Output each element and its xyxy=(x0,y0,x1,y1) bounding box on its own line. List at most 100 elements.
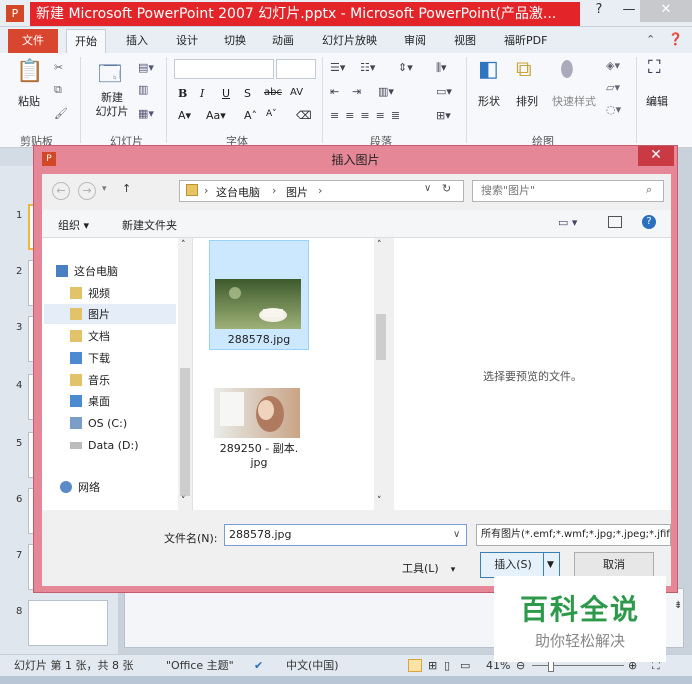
editing-button-label[interactable]: 编辑 xyxy=(646,93,668,109)
refresh-icon[interactable]: ↻ xyxy=(442,182,451,195)
nav-item-music[interactable]: 音乐 xyxy=(70,371,110,391)
layout-icon[interactable]: ▤▾ xyxy=(138,61,154,74)
recent-dropdown-icon[interactable]: ▾ xyxy=(102,184,107,194)
cut-icon[interactable]: ✂ xyxy=(54,61,63,74)
preview-pane-icon[interactable] xyxy=(608,216,622,228)
file-item-289250[interactable]: 289250 - 副本. jpg xyxy=(209,388,309,478)
breadcrumb-pictures[interactable]: 图片 xyxy=(286,184,308,200)
nav-item-downloads[interactable]: 下载 xyxy=(70,349,110,369)
arrange-button-label[interactable]: 排列 xyxy=(516,93,538,109)
decrease-indent-icon[interactable]: ⇤ xyxy=(330,85,339,98)
tools-dropdown[interactable]: 工具(L) ▾ xyxy=(402,560,455,576)
help-icon[interactable]: ? xyxy=(642,215,656,229)
nav-item-videos[interactable]: 视频 xyxy=(70,284,110,304)
columns-icon[interactable]: ▥▾ xyxy=(378,85,394,98)
tab-transitions[interactable]: 切换 xyxy=(216,29,254,53)
scroll-down-icon[interactable]: ˅ xyxy=(181,496,186,506)
file-item-288578[interactable]: 288578.jpg xyxy=(209,240,309,350)
close-button[interactable]: ✕ xyxy=(640,0,692,22)
nav-item-this-pc[interactable]: 这台电脑 xyxy=(56,262,118,282)
paste-button-label[interactable]: 粘贴 xyxy=(18,93,40,109)
insert-button[interactable]: 插入(S) ▼ xyxy=(480,552,560,578)
new-slide-button-label[interactable]: 新建 幻灯片 xyxy=(92,91,132,119)
clear-format-icon[interactable]: ⌫ xyxy=(296,109,312,122)
new-folder-button[interactable]: 新建文件夹 xyxy=(122,217,177,233)
align-text-icon[interactable]: ▭▾ xyxy=(436,85,452,98)
nav-item-desktop[interactable]: 桌面 xyxy=(70,392,110,412)
scroll-up-icon[interactable]: ˄ xyxy=(181,240,186,250)
shape-fill-icon[interactable]: ◈▾ xyxy=(606,59,620,72)
quick-styles-button-label[interactable]: 快速样式 xyxy=(552,93,596,109)
zoom-slider[interactable] xyxy=(532,665,624,666)
scroll-arrows-icon[interactable]: ⇟ xyxy=(674,600,682,611)
language-status[interactable]: 中文(中国) xyxy=(286,655,339,677)
organize-button[interactable]: 组织 ▾ xyxy=(58,217,89,233)
scroll-down-icon[interactable]: ˅ xyxy=(377,496,382,506)
up-arrow-icon[interactable]: ↑ xyxy=(122,182,131,195)
insert-options-icon[interactable]: ▼ xyxy=(547,553,554,577)
help-circle-icon[interactable]: ❓ xyxy=(668,32,683,46)
reading-view-icon[interactable]: ▯ xyxy=(444,655,450,677)
char-spacing-icon[interactable]: AV xyxy=(290,87,303,98)
underline-icon[interactable]: U xyxy=(222,87,230,100)
numbering-icon[interactable]: ☷▾ xyxy=(360,61,375,74)
back-arrow-icon[interactable]: ← xyxy=(52,182,70,200)
font-color-icon[interactable]: A▾ xyxy=(178,109,191,122)
filename-input[interactable]: 288578.jpg ∨ xyxy=(224,524,467,546)
arrange-icon[interactable]: ⧉ xyxy=(516,57,532,82)
nav-item-network[interactable]: 网络 xyxy=(60,478,100,498)
font-name-select[interactable] xyxy=(174,59,274,79)
strikethrough-icon[interactable]: abc xyxy=(264,87,282,98)
tab-design[interactable]: 设计 xyxy=(168,29,206,53)
address-bar[interactable]: › 这台电脑 › 图片 › ∨ ↻ xyxy=(179,180,464,202)
format-painter-icon[interactable]: 🖌 xyxy=(54,107,68,120)
tab-insert[interactable]: 插入 xyxy=(118,29,156,53)
forward-arrow-icon[interactable]: → xyxy=(78,182,96,200)
scroll-thumb[interactable] xyxy=(180,368,190,496)
shape-outline-icon[interactable]: ▱▾ xyxy=(606,81,620,94)
nav-item-documents[interactable]: 文档 xyxy=(70,327,110,347)
increase-indent-icon[interactable]: ⇥ xyxy=(352,85,361,98)
normal-view-icon[interactable] xyxy=(408,659,422,672)
shrink-font-icon[interactable]: A˅ xyxy=(266,109,277,119)
tab-animations[interactable]: 动画 xyxy=(264,29,302,53)
shapes-icon[interactable]: ◧ xyxy=(478,57,499,82)
shapes-button-label[interactable]: 形状 xyxy=(478,93,500,109)
tab-foxit-pdf[interactable]: 福昕PDF xyxy=(496,29,555,53)
find-icon[interactable]: ⛶ xyxy=(648,57,661,78)
tab-slideshow[interactable]: 幻灯片放映 xyxy=(314,29,385,53)
copy-icon[interactable]: ⧉ xyxy=(54,83,62,97)
slideshow-view-icon[interactable]: ▭ xyxy=(460,655,470,677)
paste-icon[interactable]: 📋 xyxy=(16,59,43,84)
nav-scrollbar[interactable]: ˄ ˅ xyxy=(178,238,192,510)
bold-icon[interactable]: B xyxy=(178,87,187,100)
nav-item-drive-d[interactable]: Data (D:) xyxy=(70,436,139,456)
filetype-select[interactable]: 所有图片(*.emf;*.wmf;*.jpg;*.jpeg;*.jfif;*.j xyxy=(476,524,671,546)
line-spacing-icon[interactable]: ⇕▾ xyxy=(398,61,413,74)
tab-file[interactable]: 文件 xyxy=(8,29,58,53)
slide-thumbnail-8[interactable] xyxy=(28,600,108,646)
new-slide-icon[interactable]: 🗔 xyxy=(98,57,122,95)
bullets-icon[interactable]: ☰▾ xyxy=(330,61,345,74)
breadcrumb-this-pc[interactable]: 这台电脑 xyxy=(216,184,260,200)
dialog-close-button[interactable]: ✕ xyxy=(638,146,674,166)
font-size-select[interactable] xyxy=(276,59,316,79)
view-options-icon[interactable]: ▭ ▾ xyxy=(558,216,577,229)
nav-item-drive-c[interactable]: OS (C:) xyxy=(70,414,127,434)
tab-review[interactable]: 审阅 xyxy=(396,29,434,53)
quick-styles-icon[interactable]: ⬮ xyxy=(560,57,574,82)
scroll-thumb[interactable] xyxy=(376,314,386,360)
shadow-icon[interactable]: S xyxy=(244,87,251,100)
text-direction-icon[interactable]: ⫼▾ xyxy=(436,61,447,75)
scroll-up-icon[interactable]: ˄ xyxy=(377,240,382,250)
help-icon[interactable]: ? xyxy=(584,0,614,22)
slide-sorter-icon[interactable]: ⊞ xyxy=(428,655,437,677)
nav-item-pictures[interactable]: 图片 xyxy=(70,305,110,325)
file-scrollbar[interactable]: ˄ ˅ xyxy=(374,238,388,510)
collapse-ribbon-icon[interactable]: ⌃ xyxy=(646,33,655,46)
tab-view[interactable]: 视图 xyxy=(446,29,484,53)
cancel-button[interactable]: 取消 xyxy=(574,552,654,578)
smartart-icon[interactable]: ⊞▾ xyxy=(436,109,451,122)
italic-icon[interactable]: I xyxy=(200,87,204,100)
section-icon[interactable]: ▦▾ xyxy=(138,107,154,120)
